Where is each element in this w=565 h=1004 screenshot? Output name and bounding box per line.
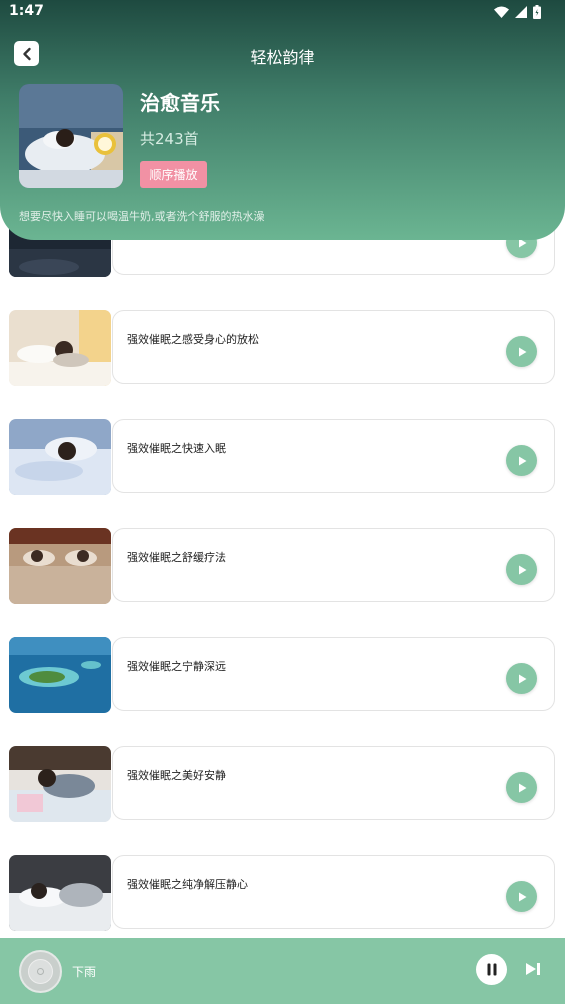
page-title: 轻松韵律	[250, 48, 315, 67]
next-button[interactable]	[523, 959, 543, 979]
list-item[interactable]: 强效催眠之美好安静	[9, 746, 556, 822]
disc-label	[28, 959, 53, 984]
track-title: 强效催眠之宁静深远	[127, 660, 226, 673]
list-item[interactable]: 强效催眠之感受身心的放松	[9, 310, 556, 386]
album-header: 1:47 轻松韵律 治愈音乐 共243首 顺序播放 想要尽快入睡可以喝温牛奶,或…	[0, 0, 565, 240]
play-icon	[518, 456, 526, 465]
track-thumbnail	[9, 855, 111, 931]
play-button[interactable]	[506, 881, 537, 912]
play-icon	[518, 674, 526, 683]
track-card[interactable]: 强效催眠之感受身心的放松	[112, 310, 555, 384]
track-title: 强效催眠之美好安静	[127, 769, 226, 782]
track-count: 共243首	[140, 130, 199, 148]
disc-hole	[37, 968, 44, 975]
wifi-icon	[494, 6, 509, 18]
track-title: 强效催眠之感受身心的放松	[127, 333, 259, 346]
sequential-play-button[interactable]: 顺序播放	[140, 161, 207, 188]
track-thumbnail	[9, 310, 111, 386]
track-title: 强效催眠之快速入眠	[127, 442, 226, 455]
track-title: 强效催眠之纯净解压静心	[127, 878, 248, 891]
track-thumbnail	[9, 637, 111, 713]
play-button[interactable]	[506, 336, 537, 367]
list-item[interactable]: 强效催眠之纯净解压静心	[9, 855, 556, 931]
play-icon	[518, 783, 526, 792]
signal-icon	[515, 6, 527, 18]
pause-button[interactable]	[476, 954, 507, 985]
track-card[interactable]: 强效催眠之纯净解压静心	[112, 855, 555, 929]
track-card[interactable]: 强效催眠之舒缓疗法	[112, 528, 555, 602]
pause-icon	[487, 963, 496, 976]
list-item[interactable]: 强效催眠之舒缓疗法	[9, 528, 556, 604]
track-thumbnail	[9, 528, 111, 604]
battery-icon	[533, 5, 541, 19]
track-title: 强效催眠之舒缓疗法	[127, 551, 226, 564]
play-icon	[518, 565, 526, 574]
album-description: 想要尽快入睡可以喝温牛奶,或者洗个舒服的热水澡	[19, 210, 265, 223]
track-card[interactable]: 强效催眠之宁静深远	[112, 637, 555, 711]
player-bar[interactable]: 下雨	[0, 938, 565, 1004]
track-thumbnail	[9, 419, 111, 495]
list-item[interactable]: 强效催眠之宁静深远	[9, 637, 556, 713]
album-title: 治愈音乐	[140, 91, 220, 115]
track-thumbnail	[9, 746, 111, 822]
status-time: 1:47	[9, 3, 44, 19]
track-card[interactable]: 强效催眠之美好安静	[112, 746, 555, 820]
play-button[interactable]	[506, 663, 537, 694]
play-button[interactable]	[506, 772, 537, 803]
list-item[interactable]: 强效催眠之快速入眠	[9, 419, 556, 495]
status-bar: 1:47	[0, 0, 565, 26]
play-icon	[518, 892, 526, 901]
track-card[interactable]: 强效催眠之快速入眠	[112, 419, 555, 493]
skip-next-icon	[526, 963, 540, 975]
album-cover	[19, 84, 123, 188]
disc-icon[interactable]	[19, 950, 62, 993]
screen: 强效催眠之感受身心的放松 强效催眠之快速入眠 强效催眠之舒缓疗法 强效催眠之宁静…	[0, 0, 565, 1004]
play-button[interactable]	[506, 445, 537, 476]
now-playing-title: 下雨	[72, 965, 97, 979]
play-icon	[518, 347, 526, 356]
play-button[interactable]	[506, 554, 537, 585]
status-icons	[494, 4, 541, 20]
